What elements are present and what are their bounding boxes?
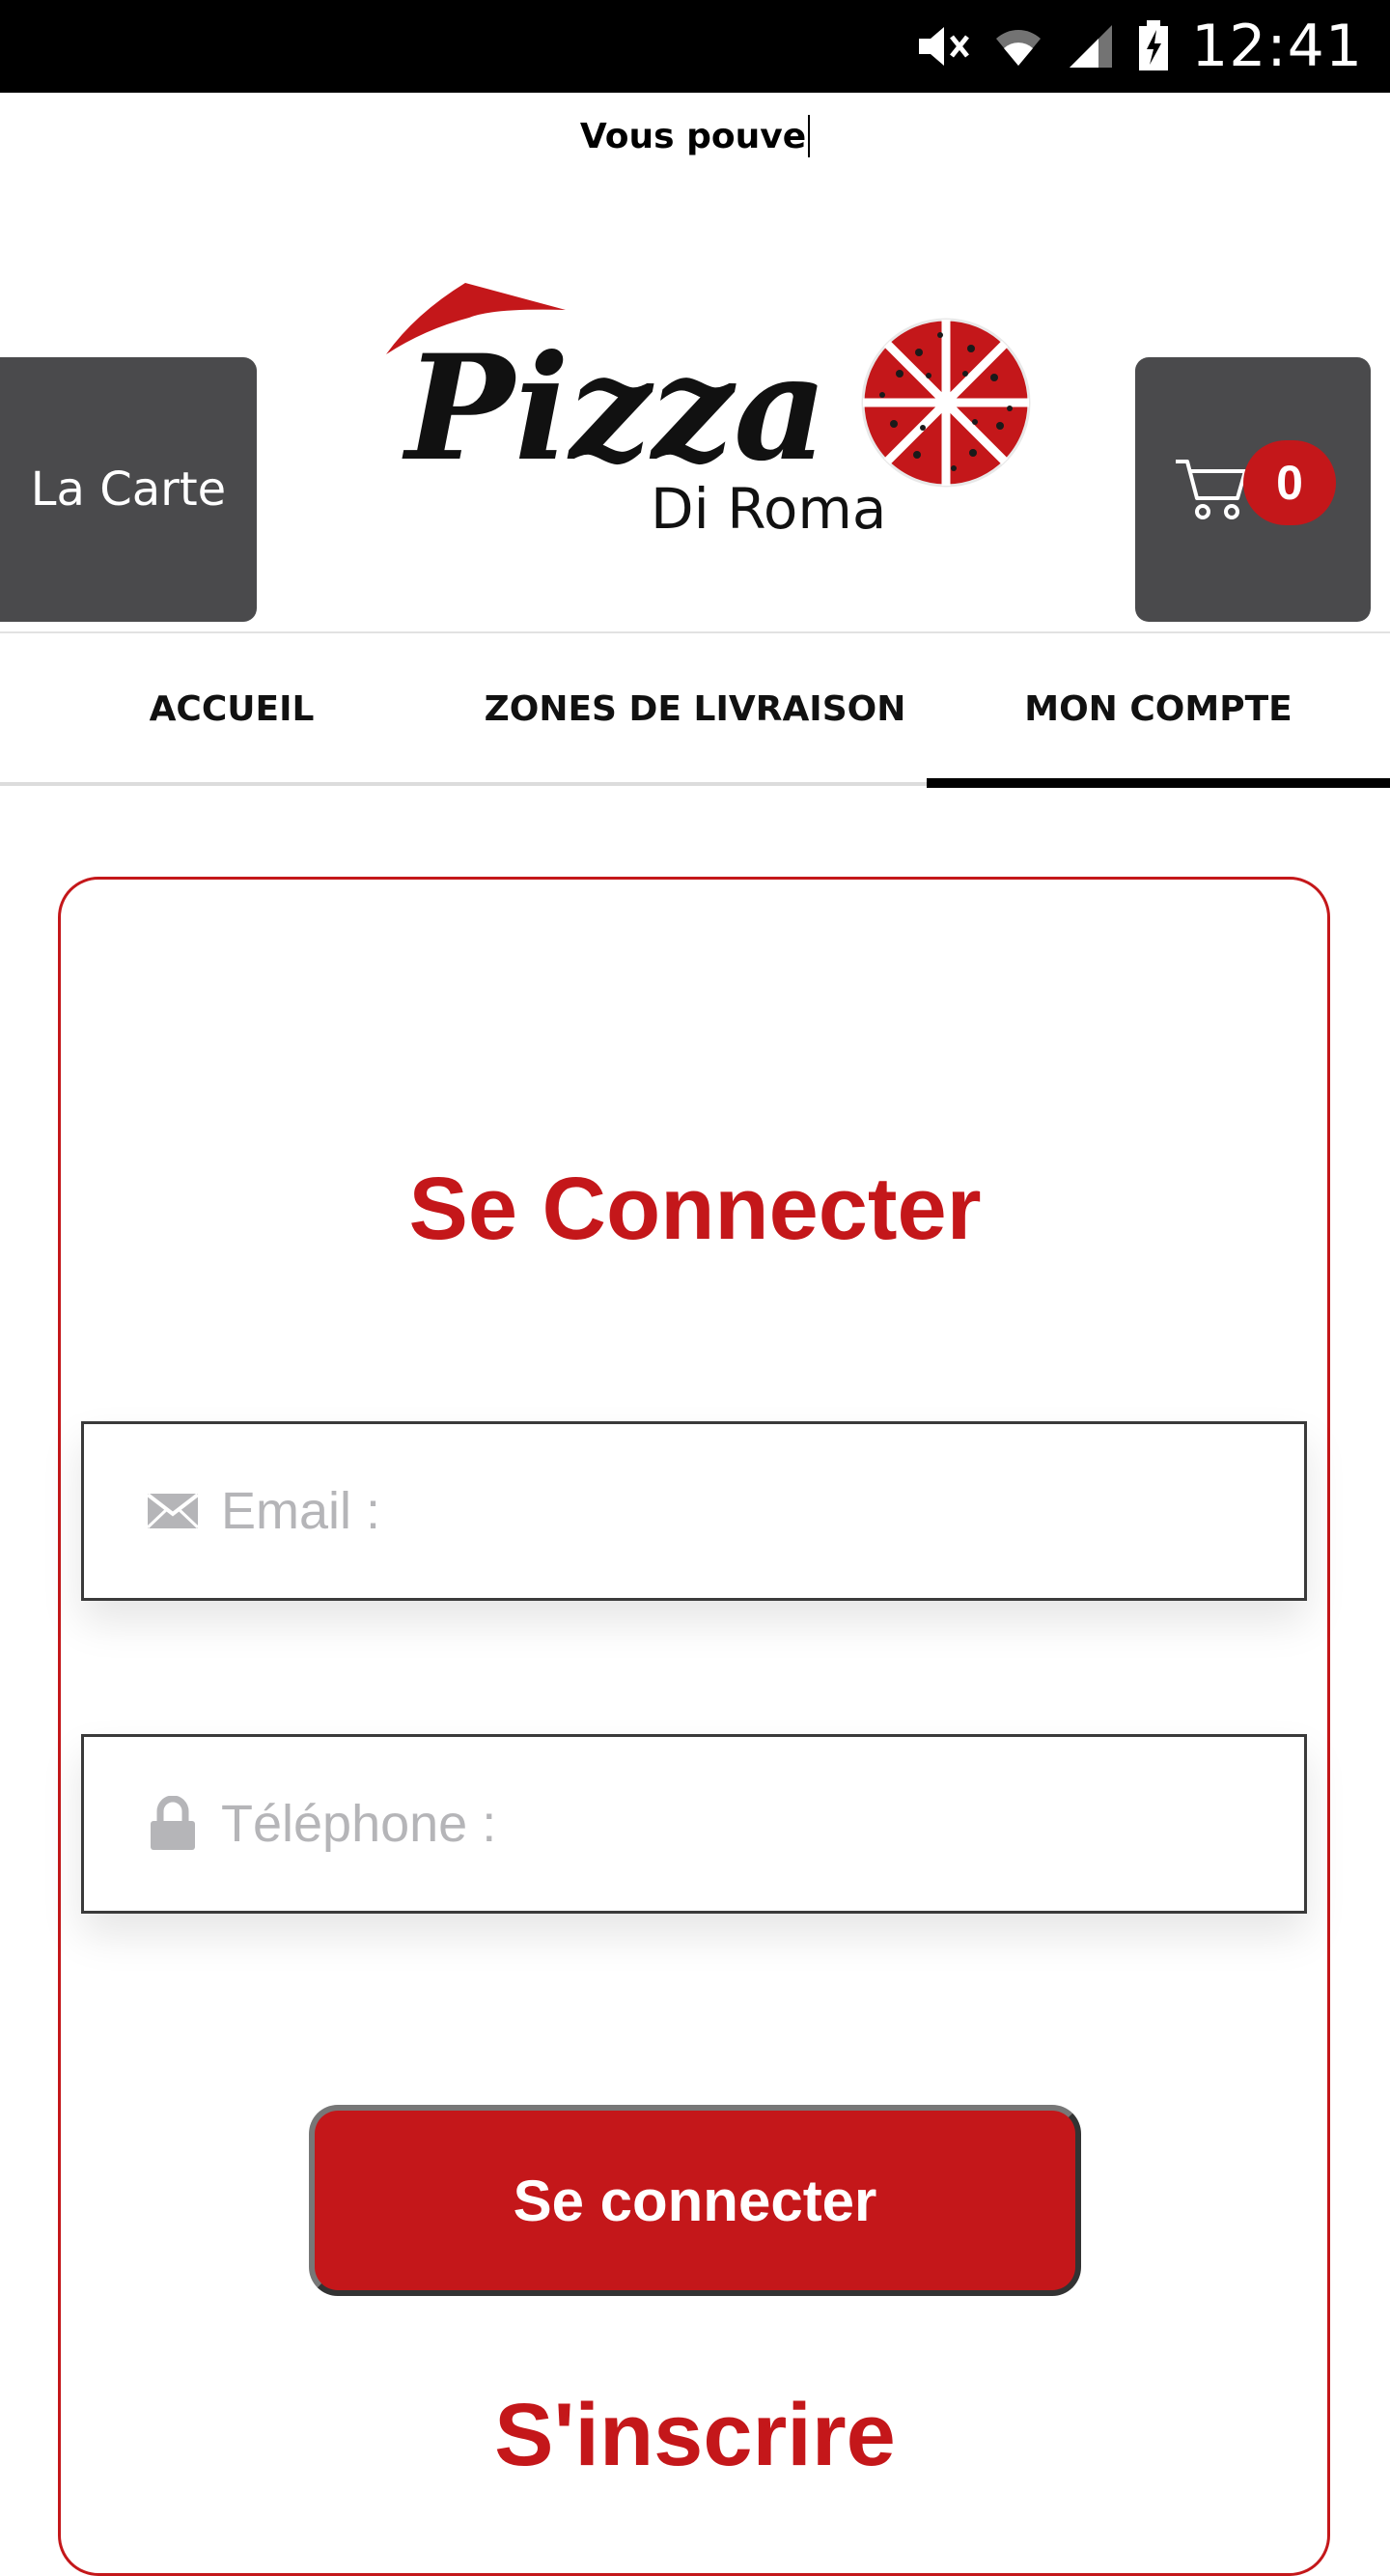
nav-tab-mon-compte[interactable]: MON COMPTE <box>927 633 1390 784</box>
ticker-text: Vous pouve <box>579 116 807 156</box>
menu-carte-label: La Carte <box>30 462 227 517</box>
phone-input[interactable] <box>221 1794 1186 1854</box>
lock-icon <box>146 1796 200 1851</box>
nav-tab-zones-de-livraison[interactable]: ZONES DE LIVRAISON <box>463 633 927 784</box>
cart-button[interactable]: 0 <box>1135 357 1371 622</box>
pizza-di-roma-logo[interactable]: Pizza Di Roma <box>376 275 1033 546</box>
cart-icon <box>1176 460 1247 519</box>
nav-active-indicator <box>927 778 1390 788</box>
status-icons: 12:41 <box>915 0 1363 93</box>
wifi-icon <box>996 30 1042 66</box>
email-input[interactable] <box>221 1481 1186 1541</box>
login-title: Se Connecter <box>408 1160 982 1258</box>
login-submit-label: Se connecter <box>513 2168 877 2233</box>
menu-carte-button[interactable]: La Carte <box>0 357 257 622</box>
status-bar: 12:41 <box>0 0 1390 93</box>
email-field[interactable] <box>81 1421 1307 1601</box>
main-nav: ACCUEIL ZONES DE LIVRAISON MON COMPTE <box>0 633 1390 784</box>
text-caret <box>808 115 811 157</box>
pizza-slices-icon <box>861 318 1031 488</box>
battery-charging-icon <box>1139 20 1169 70</box>
login-card <box>58 877 1330 2576</box>
signal-icon <box>1070 25 1113 68</box>
signup-title: S'inscrire <box>494 2386 896 2484</box>
envelope-icon <box>146 1484 200 1538</box>
status-time: 12:41 <box>1191 13 1363 80</box>
mute-icon <box>919 27 970 66</box>
logo-subtitle: Di Roma <box>651 476 886 542</box>
logo-title: Pizza <box>402 323 827 493</box>
nav-tab-accueil[interactable]: ACCUEIL <box>0 633 463 784</box>
phone-field[interactable] <box>81 1734 1307 1914</box>
cart-count-badge: 0 <box>1243 440 1336 525</box>
announcement-ticker: Vous pouve <box>0 93 1390 180</box>
login-submit-button[interactable]: Se connecter <box>309 2105 1081 2296</box>
